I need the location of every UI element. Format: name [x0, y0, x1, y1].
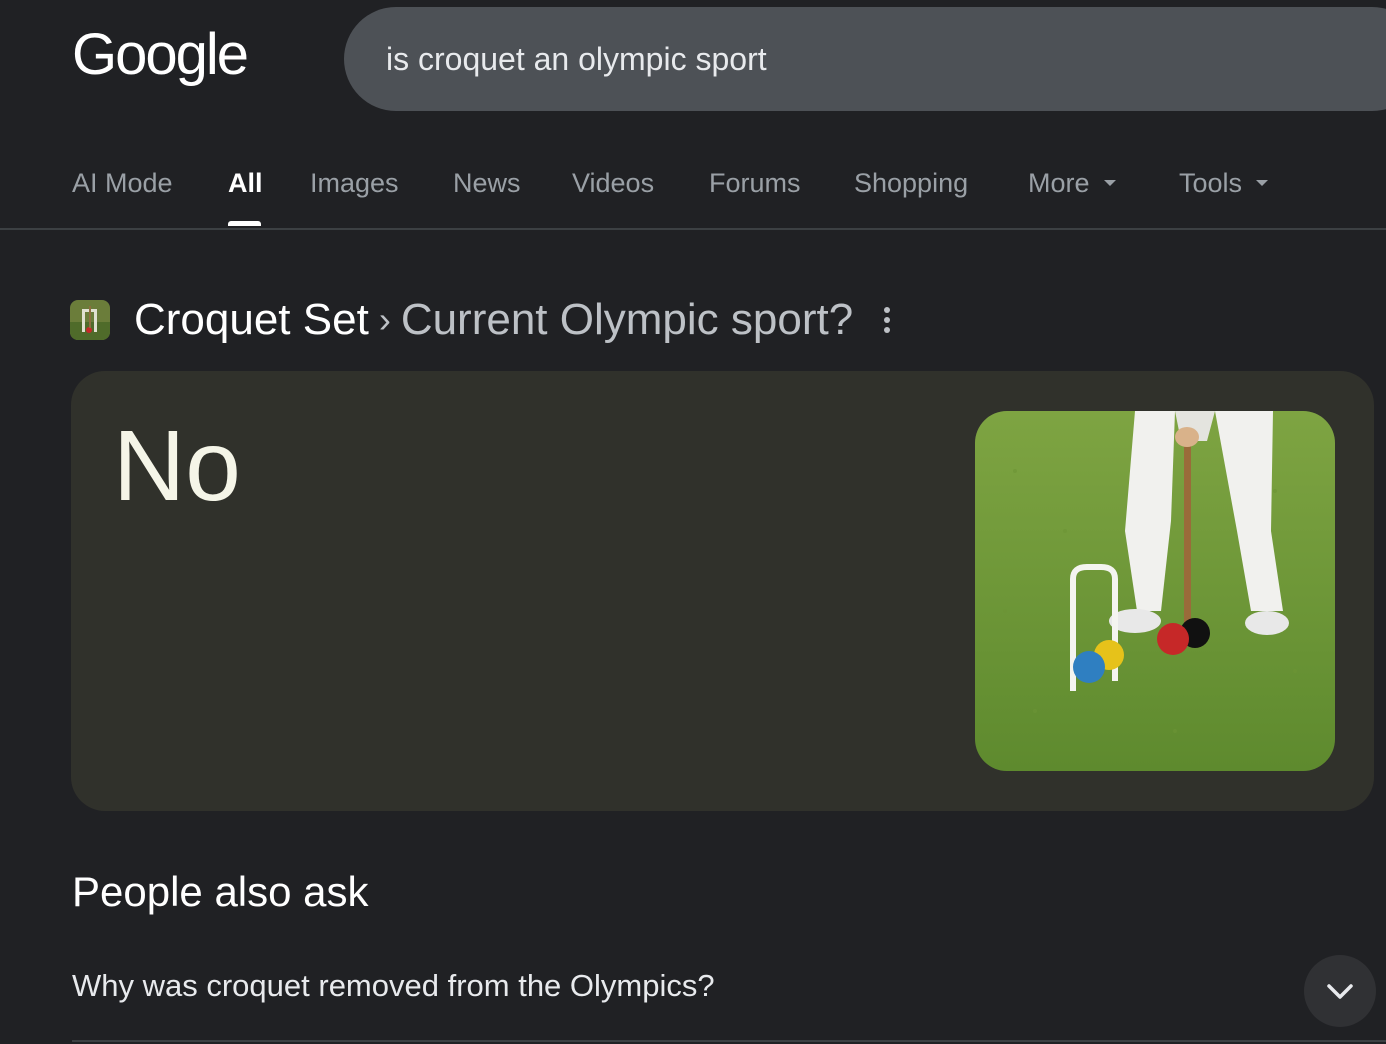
active-tab-indicator [228, 221, 261, 226]
tab-images[interactable]: Images [310, 168, 399, 199]
tab-tools-label: Tools [1179, 168, 1243, 198]
breadcrumb-separator: › [378, 299, 391, 340]
expand-button[interactable] [1304, 955, 1376, 1027]
paa-question[interactable]: Why was croquet removed from the Olympic… [72, 968, 715, 1004]
divider [72, 1040, 1386, 1042]
chevron-down-icon [1327, 984, 1353, 999]
search-input[interactable] [386, 7, 1286, 111]
tab-all[interactable]: All [228, 168, 263, 199]
croquet-photo[interactable] [975, 411, 1335, 771]
tab-ai-mode[interactable]: AI Mode [72, 168, 173, 199]
result-page-title[interactable]: Current Olympic sport? [401, 295, 853, 345]
tab-more-label: More [1028, 168, 1090, 198]
search-results-page: Google AI Mode All Images News Videos Fo… [0, 0, 1386, 1044]
tab-tools[interactable]: Tools [1179, 168, 1269, 199]
more-options-icon[interactable] [883, 305, 891, 335]
search-tabs: AI Mode All Images News Videos Forums Sh… [0, 150, 1386, 230]
featured-answer-card[interactable]: No [71, 371, 1374, 811]
caret-down-icon [1256, 179, 1269, 186]
tab-forums[interactable]: Forums [709, 168, 801, 199]
tab-videos[interactable]: Videos [572, 168, 654, 199]
answer-text: No [113, 410, 241, 522]
result-breadcrumb: Croquet Set › Current Olympic sport? [70, 290, 891, 350]
tab-shopping[interactable]: Shopping [854, 168, 968, 199]
google-logo[interactable]: Google [72, 20, 249, 90]
search-bar[interactable] [344, 7, 1386, 111]
result-site-name[interactable]: Croquet Set [134, 295, 369, 345]
tab-news[interactable]: News [453, 168, 521, 199]
site-favicon-icon [70, 300, 110, 340]
caret-down-icon [1103, 179, 1116, 186]
tab-more[interactable]: More [1028, 168, 1116, 199]
people-also-ask-title: People also ask [72, 868, 369, 915]
